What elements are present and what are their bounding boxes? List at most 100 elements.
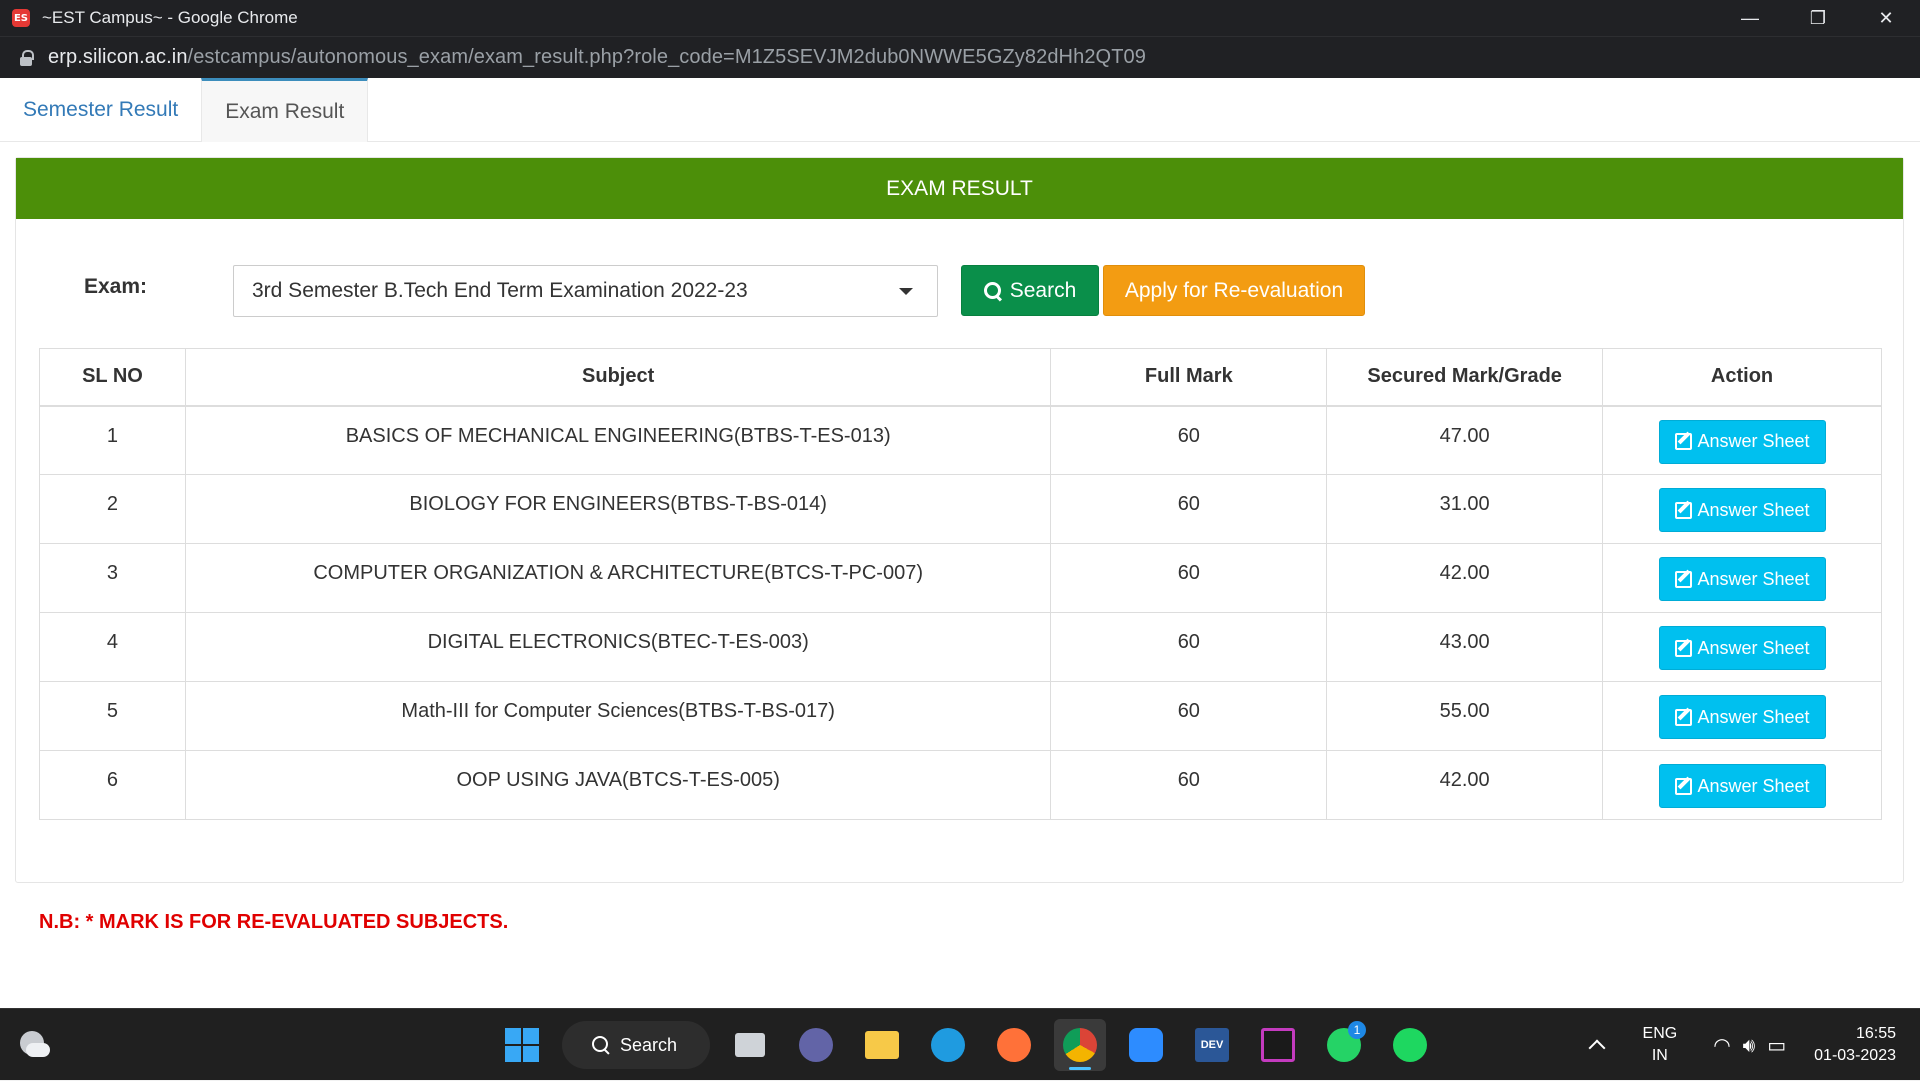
task-view-button[interactable] [724,1019,776,1071]
cell-action: Answer Sheet [1602,405,1882,475]
search-icon [983,281,1002,300]
weather-icon[interactable] [18,1031,50,1057]
exam-filter-row: Exam: 3rd Semester B.Tech End Term Exami… [16,265,1903,317]
maximize-button[interactable]: ❐ [1784,0,1852,36]
search-button-label: Search [1009,278,1077,302]
lock-icon[interactable] [20,49,34,66]
clock-date: 01-03-2023 [1814,1047,1896,1064]
whatsapp-button[interactable]: 1 [1318,1019,1370,1071]
windows-taskbar: Search DEV 1 ENG IN ◠ 🔊︎ ▭ 16:55 01-03-2… [0,1008,1920,1080]
region-code: IN [1651,1047,1668,1064]
cell-full-mark: 60 [1050,750,1328,820]
answer-sheet-label: Answer Sheet [1697,637,1810,658]
table-header-row: SL NO Subject Full Mark Secured Mark/Gra… [39,348,1882,407]
start-button[interactable] [496,1019,548,1071]
cell-secured-mark: 42.00 [1326,750,1604,820]
spotify-icon [1393,1028,1427,1062]
edge-button[interactable] [922,1019,974,1071]
intellij-button[interactable] [1252,1019,1304,1071]
reevaluation-note: N.B: * MARK IS FOR RE-EVALUATED SUBJECTS… [39,911,509,933]
cell-subject: COMPUTER ORGANIZATION & ARCHITECTURE(BTC… [184,543,1052,613]
language-indicator[interactable]: ENG IN [1643,1023,1678,1067]
clock[interactable]: 16:55 01-03-2023 [1814,1023,1896,1067]
system-tray: ENG IN ◠ 🔊︎ ▭ 16:55 01-03-2023 [1588,1009,1920,1081]
file-explorer-button[interactable] [856,1019,908,1071]
search-icon [592,1036,610,1054]
answer-sheet-button[interactable]: Answer Sheet [1658,488,1826,532]
cell-sl-no: 3 [39,543,186,613]
tray-status-icons[interactable]: ◠ 🔊︎ ▭ [1713,1033,1786,1057]
answer-sheet-label: Answer Sheet [1697,499,1810,520]
wifi-icon: ◠ [1713,1033,1731,1057]
answer-sheet-label: Answer Sheet [1697,431,1810,451]
firefox-button[interactable] [988,1019,1040,1071]
notification-badge: 1 [1348,1021,1366,1039]
address-bar[interactable]: erp.silicon.ac.in/estcampus/autonomous_e… [0,36,1920,78]
search-button[interactable]: Search [961,265,1099,316]
header-full-mark: Full Mark [1050,348,1328,407]
url-text[interactable]: erp.silicon.ac.in/estcampus/autonomous_e… [48,46,1146,69]
windows-logo-icon [505,1028,539,1062]
cell-action: Answer Sheet [1602,543,1882,613]
chevron-up-icon[interactable] [1588,1039,1606,1057]
table-row: 4 DIGITAL ELECTRONICS(BTEC-T-ES-003) 60 … [39,612,1882,682]
answer-sheet-button[interactable]: Answer Sheet [1658,419,1826,464]
browser-titlebar: ES ~EST Campus~ - Google Chrome — ❐ ✕ [0,0,1920,36]
minimize-button[interactable]: — [1716,0,1784,36]
cell-subject: BIOLOGY FOR ENGINEERS(BTBS-T-BS-014) [184,474,1052,544]
answer-sheet-button[interactable]: Answer Sheet [1658,557,1826,601]
zoom-icon [1129,1028,1163,1062]
clock-time: 16:55 [1855,1025,1896,1042]
cell-action: Answer Sheet [1602,474,1882,544]
cell-secured-mark: 55.00 [1326,681,1604,751]
spotify-button[interactable] [1384,1019,1436,1071]
firefox-icon [997,1028,1031,1062]
edge-icon [931,1028,965,1062]
window-title: ~EST Campus~ - Google Chrome [42,8,298,27]
battery-icon: ▭ [1767,1033,1787,1057]
header-sl-no: SL NO [39,348,186,407]
answer-sheet-label: Answer Sheet [1697,568,1810,589]
cell-subject: OOP USING JAVA(BTCS-T-ES-005) [184,750,1052,820]
table-row: 1 BASICS OF MECHANICAL ENGINEERING(BTBS-… [39,405,1882,475]
edit-icon [1674,777,1692,795]
edit-icon [1674,639,1692,657]
close-button[interactable]: ✕ [1852,0,1920,36]
page-content: Semester Result Exam Result EXAM RESULT … [0,78,1920,1008]
cell-sl-no: 2 [39,474,186,544]
zoom-button[interactable] [1120,1019,1172,1071]
devcpp-icon: DEV [1195,1028,1229,1062]
exam-result-panel: EXAM RESULT Exam: 3rd Semester B.Tech En… [15,157,1904,933]
edit-icon [1674,570,1692,588]
exam-label: Exam: [84,275,148,298]
cell-full-mark: 60 [1050,681,1328,751]
edit-icon [1674,501,1692,519]
caret-down-icon [899,288,913,295]
cell-sl-no: 5 [39,681,186,751]
answer-sheet-button[interactable]: Answer Sheet [1658,764,1826,808]
tab-exam-result[interactable]: Exam Result [201,78,369,142]
table-row: 3 COMPUTER ORGANIZATION & ARCHITECTURE(B… [39,543,1882,613]
cell-secured-mark: 31.00 [1326,474,1604,544]
task-view-icon [735,1033,765,1057]
apply-reevaluation-button[interactable]: Apply for Re-evaluation [1103,265,1365,316]
cell-secured-mark: 47.00 [1326,405,1604,475]
teams-chat-button[interactable] [790,1019,842,1071]
tab-semester-result[interactable]: Semester Result [0,78,201,142]
cell-action: Answer Sheet [1602,750,1882,820]
cell-sl-no: 6 [39,750,186,820]
header-subject: Subject [184,348,1052,407]
teams-chat-icon [799,1028,833,1062]
answer-sheet-button[interactable]: Answer Sheet [1658,626,1826,670]
volume-icon: 🔊︎ [1742,1033,1756,1057]
header-action: Action [1602,348,1882,407]
site-favicon-icon: ES [12,9,30,27]
answer-sheet-button[interactable]: Answer Sheet [1658,695,1826,739]
chrome-button[interactable] [1054,1019,1106,1071]
table-row: 6 OOP USING JAVA(BTCS-T-ES-005) 60 42.00… [39,750,1882,820]
edit-icon [1674,433,1692,450]
devcpp-button[interactable]: DEV [1186,1019,1238,1071]
window-controls: — ❐ ✕ [1716,0,1920,36]
taskbar-search[interactable]: Search [562,1021,710,1069]
exam-select[interactable]: 3rd Semester B.Tech End Term Examination… [233,265,938,317]
